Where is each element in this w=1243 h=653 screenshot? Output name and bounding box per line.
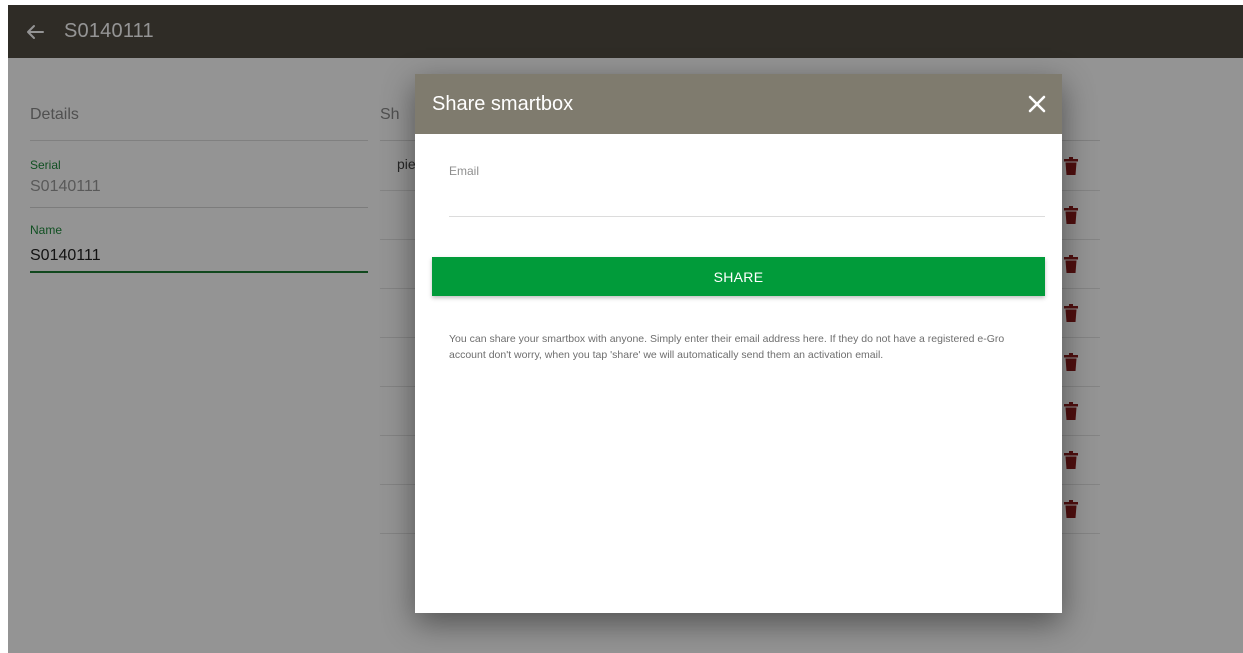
email-field-group: Email <box>449 164 1045 217</box>
share-dialog: Share smartbox Email SHARE You can share… <box>415 74 1062 613</box>
close-icon[interactable] <box>1027 94 1047 114</box>
email-label: Email <box>449 164 480 178</box>
share-button[interactable]: SHARE <box>432 257 1045 296</box>
app-frame: S0140111 Details Serial S0140111 Name Sh… <box>8 5 1243 653</box>
email-field[interactable] <box>449 186 1045 217</box>
help-text: You can share your smartbox with anyone.… <box>449 333 1005 361</box>
dialog-header: Share smartbox <box>415 74 1062 134</box>
dialog-title: Share smartbox <box>432 92 574 115</box>
